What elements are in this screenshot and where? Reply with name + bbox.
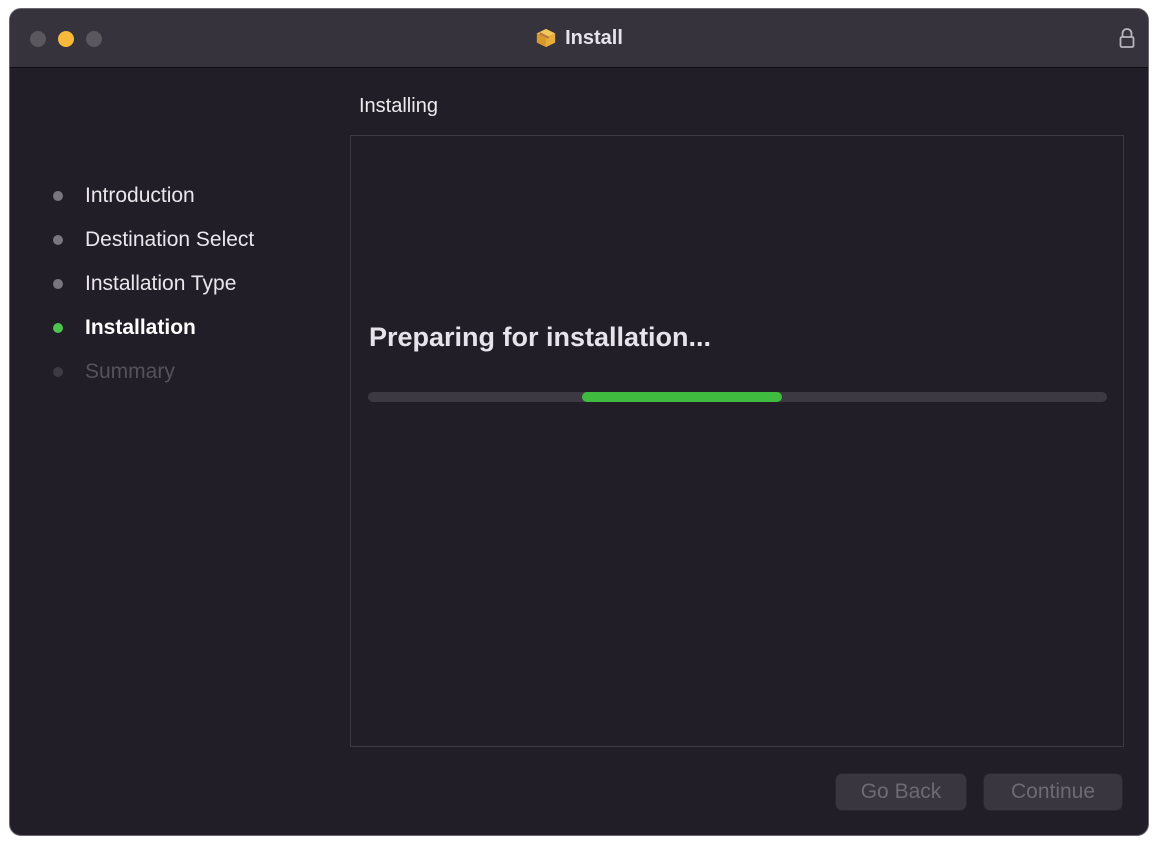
package-icon bbox=[536, 28, 556, 48]
go-back-button[interactable]: Go Back bbox=[835, 773, 967, 811]
section-title: Installing bbox=[359, 95, 438, 117]
sidebar-step-installation-type: Installation Type bbox=[40, 262, 340, 306]
step-bullet-icon bbox=[53, 367, 63, 377]
sidebar-step-destination-select: Destination Select bbox=[40, 218, 340, 262]
sidebar-step-installation: Installation bbox=[40, 306, 340, 350]
steps-sidebar: Introduction Destination Select Installa… bbox=[40, 174, 340, 394]
content-panel: Preparing for installation... bbox=[350, 135, 1124, 747]
continue-button[interactable]: Continue bbox=[983, 773, 1123, 811]
window-title: Install bbox=[565, 26, 623, 49]
sidebar-step-introduction: Introduction bbox=[40, 174, 340, 218]
active-step-bullet-icon bbox=[53, 323, 63, 333]
progress-bar bbox=[368, 392, 1107, 402]
installer-window: Install Introduction Destination Select … bbox=[9, 8, 1149, 836]
sidebar-step-label: Installation bbox=[85, 316, 196, 339]
title-bar[interactable]: Install bbox=[10, 9, 1148, 68]
status-text: Preparing for installation... bbox=[369, 322, 712, 352]
lock-icon[interactable] bbox=[1118, 27, 1136, 49]
step-bullet-icon bbox=[53, 279, 63, 289]
step-bullet-icon bbox=[53, 191, 63, 201]
sidebar-step-label: Introduction bbox=[85, 184, 195, 207]
sidebar-step-label: Destination Select bbox=[85, 228, 255, 251]
progress-fill bbox=[582, 392, 782, 402]
sidebar-step-summary: Summary bbox=[40, 350, 340, 394]
sidebar-step-label: Summary bbox=[85, 360, 175, 383]
step-bullet-icon bbox=[53, 235, 63, 245]
sidebar-step-label: Installation Type bbox=[85, 272, 237, 295]
window-title-container: Install bbox=[10, 9, 1148, 67]
